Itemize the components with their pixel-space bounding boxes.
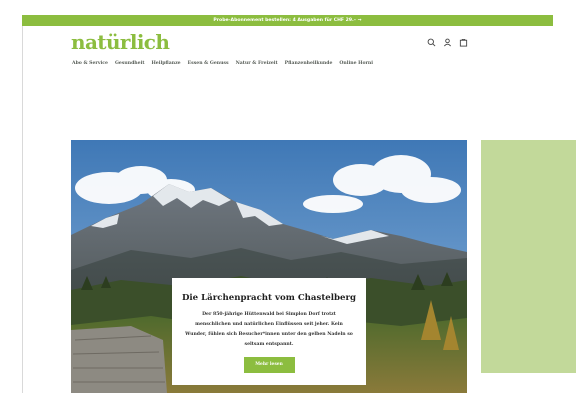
- site-logo[interactable]: natürlich: [71, 30, 170, 54]
- announcement-bar[interactable]: Probe-Abonnement bestellen: 4 Ausgaben f…: [22, 15, 553, 26]
- hero-description: Der 850-jährige Hüttenwald bei Simplon D…: [185, 312, 353, 347]
- search-icon[interactable]: [427, 38, 436, 47]
- announcement-text[interactable]: Probe-Abonnement bestellen: 4 Ausgaben f…: [213, 18, 361, 23]
- page-divider: [22, 26, 23, 393]
- nav-item-natur-freizeit[interactable]: Natur & Freizeit: [236, 61, 278, 66]
- cart-icon[interactable]: [459, 38, 468, 47]
- main-nav: Abo & Service Gesundheit Heilpflanze Ess…: [72, 61, 373, 66]
- header-icons: [427, 38, 468, 47]
- account-icon[interactable]: [443, 38, 452, 47]
- read-more-button[interactable]: Mehr lesen: [243, 357, 295, 373]
- side-panel: [481, 140, 576, 373]
- nav-item-heilpflanze[interactable]: Heilpflanze: [151, 61, 180, 66]
- nav-item-pflanzenheilkunde[interactable]: Pflanzenheilkunde: [285, 61, 333, 66]
- nav-item-abo-service[interactable]: Abo & Service: [72, 61, 108, 66]
- hero-card: Die Lärchenpracht vom Chastelberg Der 85…: [172, 278, 366, 385]
- hero-title[interactable]: Die Lärchenpracht vom Chastelberg: [172, 293, 366, 303]
- nav-item-gesundheit[interactable]: Gesundheit: [115, 61, 144, 66]
- nav-item-essen-genuss[interactable]: Essen & Genuss: [188, 61, 229, 66]
- nav-item-online-horni[interactable]: Online Horni: [339, 61, 373, 66]
